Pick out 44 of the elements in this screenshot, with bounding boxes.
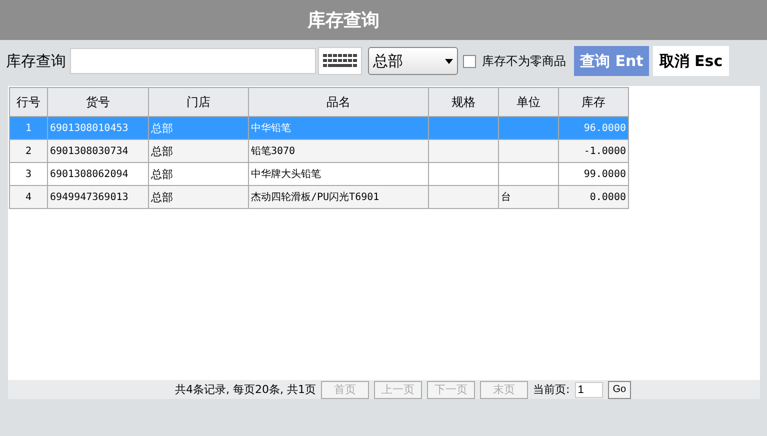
- table-cell: 中华牌大头铅笔: [251, 169, 321, 180]
- table-cell: 总部: [151, 168, 173, 180]
- table-cell: 台: [501, 192, 511, 203]
- checkbox-label: 库存不为零商品: [482, 52, 566, 70]
- page-field[interactable]: 1: [574, 382, 603, 398]
- page-label: 当前页:: [532, 382, 570, 397]
- column-header[interactable]: 货号: [48, 88, 148, 116]
- table-cell: 2: [25, 146, 32, 156]
- table-cell: -1.0000: [584, 146, 626, 156]
- search-field[interactable]: [70, 48, 316, 74]
- column-header[interactable]: 品名: [248, 88, 428, 116]
- table-cell: 99.0000: [584, 168, 626, 180]
- cancel-button[interactable]: 取消 Esc: [653, 46, 729, 76]
- checkbox[interactable]: [463, 54, 476, 68]
- table-cell: 总部: [151, 144, 173, 158]
- table-cell: 6901308030734: [50, 146, 128, 156]
- column-header[interactable]: 单位: [498, 88, 558, 116]
- table-cell: 1: [25, 122, 32, 134]
- keyboard-icon: [323, 53, 357, 69]
- table-cell: 总部: [151, 122, 173, 134]
- keyboard-button[interactable]: [318, 47, 362, 75]
- table-cell: 6901308062094: [50, 168, 128, 180]
- table-cell: 3: [25, 168, 32, 180]
- table-cell: 6949947369013: [50, 192, 128, 202]
- table-row[interactable]: 4 6949947369013 总部 杰动四轮滑板/PU闪光T6901 台 0.0000: [10, 186, 628, 208]
- go-button[interactable]: Go: [608, 380, 632, 398]
- store-dropdown[interactable]: 总部: [368, 47, 458, 75]
- search-label: 库存查询: [6, 52, 66, 70]
- table-cell: 6901308010453: [50, 122, 128, 134]
- record-summary: 共4条记录, 每页20条, 共1页: [175, 382, 316, 397]
- column-header[interactable]: 门店: [148, 88, 248, 116]
- table-row[interactable]: 2 6901308030734 总部 铅笔3070 -1.0000: [10, 140, 628, 162]
- table-cell: 总部: [151, 190, 173, 204]
- column-header[interactable]: 规格: [428, 88, 498, 116]
- column-header[interactable]: 行号: [10, 88, 48, 116]
- column-header[interactable]: 库存: [558, 88, 628, 116]
- table-cell: 杰动四轮滑板/PU闪光T6901: [251, 192, 380, 203]
- table-cell: 0.0000: [590, 192, 626, 202]
- caret-icon: [445, 58, 453, 64]
- table-cell: 中华铅笔: [251, 123, 291, 134]
- table-cell: 4: [25, 192, 32, 202]
- page-title: 库存查询: [308, 9, 380, 32]
- table-cell: 铅笔3070: [251, 146, 296, 157]
- table-cell: 96.0000: [584, 122, 626, 134]
